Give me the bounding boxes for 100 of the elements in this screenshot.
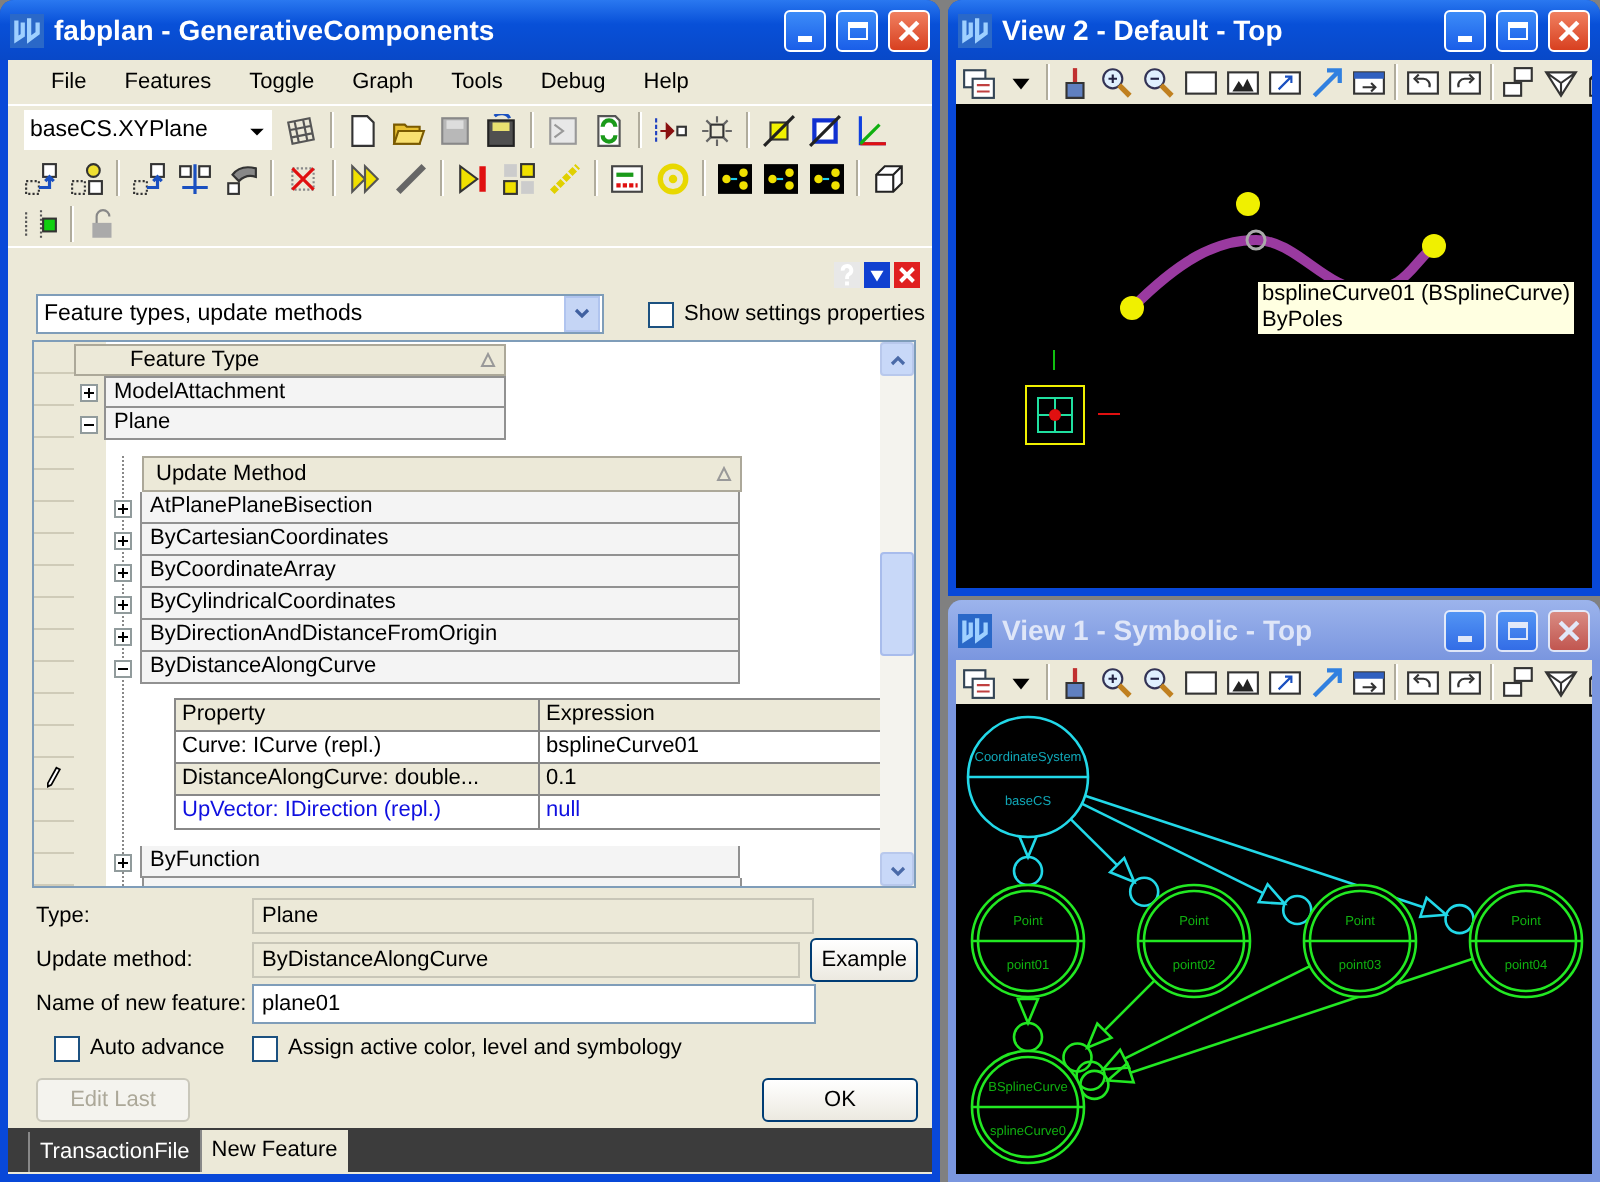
menu-item[interactable]: Toggle <box>230 70 334 94</box>
graph-node[interactable] <box>1468 883 1584 999</box>
sun-icon[interactable] <box>700 113 734 147</box>
squares-icon[interactable] <box>502 161 536 195</box>
tree-item[interactable]: ByDirectionAndDistanceFromOrigin <box>140 620 740 652</box>
collapse-icon[interactable] <box>114 659 132 677</box>
save-icon[interactable] <box>484 113 518 147</box>
tree-item[interactable]: AtPlanePlaneBisection <box>140 492 740 524</box>
ok-button[interactable]: OK <box>762 1078 918 1122</box>
checkbox[interactable] <box>54 1035 80 1061</box>
refresh-icon[interactable] <box>592 113 626 147</box>
zoom-out-icon[interactable] <box>1142 65 1176 99</box>
app-logo-icon <box>958 13 992 47</box>
window-title: View 2 - Default - Top <box>1002 14 1285 46</box>
cube-icon[interactable] <box>872 161 906 195</box>
collapse-icon[interactable] <box>80 415 98 433</box>
close-icon <box>1558 619 1580 641</box>
checkbox-label: Auto advance <box>90 1036 225 1060</box>
expand-icon[interactable] <box>114 499 132 517</box>
column-header[interactable]: Feature Type <box>74 344 506 376</box>
graph-node[interactable] <box>1302 883 1418 999</box>
scrollbar[interactable] <box>880 342 914 886</box>
play-stop-icon[interactable] <box>456 161 490 195</box>
diagonal-line-icon[interactable] <box>394 161 428 195</box>
plane-dropdown[interactable]: baseCS.XYPlane <box>24 110 272 150</box>
scrollbar-thumb[interactable] <box>880 552 914 656</box>
tree-item[interactable]: ModelAttachment <box>104 376 506 408</box>
expand-icon[interactable] <box>114 531 132 549</box>
square-arrow-icon[interactable] <box>24 161 58 195</box>
maximize-button[interactable] <box>836 9 878 51</box>
menu-item[interactable]: Debug <box>521 70 625 94</box>
form-icon[interactable] <box>610 161 644 195</box>
example-button[interactable]: Example <box>810 938 918 982</box>
cross-icon[interactable] <box>286 161 320 195</box>
tree-item[interactable]: ByCoordinateArray <box>140 556 740 588</box>
close-button[interactable] <box>1548 9 1590 51</box>
column-header[interactable]: Expression <box>540 700 655 730</box>
menu-item[interactable]: File <box>32 70 106 94</box>
expand-icon[interactable] <box>114 563 132 581</box>
person-square-icon[interactable] <box>70 161 104 195</box>
undo-icon[interactable] <box>1406 65 1440 99</box>
arrow-point-icon[interactable] <box>654 113 688 147</box>
square-arrow-icon[interactable] <box>132 161 166 195</box>
dots-square-icon[interactable] <box>718 161 752 195</box>
menu-item[interactable]: Graph <box>333 70 433 94</box>
expand-icon[interactable] <box>114 627 132 645</box>
grid-icon[interactable] <box>284 113 318 147</box>
close-icon[interactable] <box>894 261 920 287</box>
name-input-field[interactable]: plane01 <box>252 984 816 1024</box>
column-header[interactable]: Update Method <box>142 456 742 492</box>
graph-node[interactable] <box>1136 883 1252 999</box>
tree-item[interactable]: ByDistanceAlongCurve <box>140 652 740 684</box>
view-dropdown[interactable]: Feature types, update methods <box>36 294 604 334</box>
dots-square-icon[interactable] <box>810 161 844 195</box>
close-button[interactable] <box>888 9 930 51</box>
menu-item[interactable]: Tools <box>432 70 522 94</box>
menu-item[interactable]: Help <box>624 70 708 94</box>
expand-icon[interactable] <box>114 853 132 871</box>
window-icon[interactable] <box>1184 65 1218 99</box>
new-file-icon[interactable] <box>346 113 380 147</box>
graph-node[interactable] <box>970 883 1086 999</box>
minimize-button[interactable] <box>784 9 826 51</box>
axes-icon[interactable] <box>854 113 888 147</box>
redo-icon[interactable] <box>1448 65 1482 99</box>
expand-icon[interactable] <box>80 383 98 401</box>
windows-icon[interactable] <box>1502 65 1536 99</box>
app-logo-icon <box>10 13 44 47</box>
hand-square-icon[interactable] <box>224 161 258 195</box>
checkbox[interactable] <box>252 1035 278 1061</box>
graph-node[interactable] <box>970 1049 1086 1165</box>
filled-square-icon[interactable] <box>24 207 58 241</box>
property-row[interactable]: DistanceAlongCurve: double... 0.1 <box>176 764 880 796</box>
fast-forward-icon[interactable] <box>348 161 382 195</box>
property-row[interactable]: Curve: ICurve (repl.) bsplineCurve01 <box>176 732 880 764</box>
align-icon[interactable] <box>178 161 212 195</box>
maximize-button[interactable] <box>1496 9 1538 51</box>
tree-item[interactable]: Plane <box>104 408 506 440</box>
checkbox[interactable] <box>648 301 674 327</box>
mountain-icon[interactable] <box>1226 65 1260 99</box>
dropdown-icon[interactable] <box>864 261 890 287</box>
tab[interactable]: New Feature <box>199 1130 348 1172</box>
tree-item[interactable]: ByCartesianCoordinates <box>140 524 740 556</box>
graph-node[interactable] <box>966 715 1090 839</box>
triangle-icon[interactable] <box>1544 65 1578 99</box>
zoom-in-icon[interactable] <box>1100 65 1134 99</box>
window-switch-icon[interactable] <box>1352 65 1386 99</box>
column-header[interactable]: Property <box>176 700 540 730</box>
property-name: Curve: ICurve (repl.) <box>176 732 540 762</box>
close-icon <box>898 19 920 41</box>
dots-square-icon[interactable] <box>764 161 798 195</box>
expand-icon[interactable] <box>114 595 132 613</box>
tree-item[interactable]: ByCylindricalCoordinates <box>140 588 740 620</box>
image-icon[interactable] <box>1268 65 1302 99</box>
line-square-icon[interactable] <box>762 113 796 147</box>
tree-item[interactable]: ByFunction <box>140 846 740 878</box>
line-square-icon[interactable] <box>808 113 842 147</box>
window-list-icon[interactable] <box>962 65 996 99</box>
minimize-button[interactable] <box>1444 9 1486 51</box>
property-value: 0.1 <box>544 764 577 794</box>
menu-item[interactable]: Features <box>105 70 231 94</box>
